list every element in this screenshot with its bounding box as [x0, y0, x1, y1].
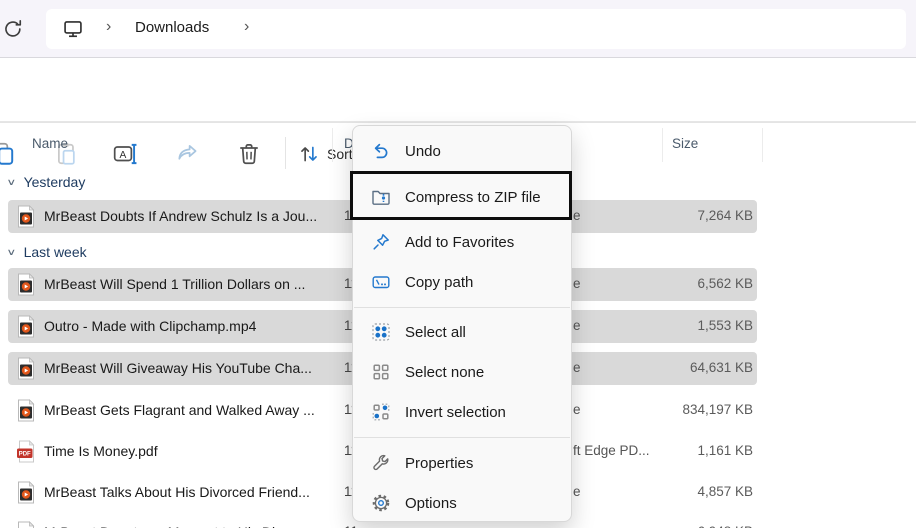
menu-item-copy-path[interactable]: Copy path: [355, 262, 569, 302]
copy-path-icon: [371, 272, 391, 292]
command-toolbar: A Sort ∨: [0, 59, 916, 122]
file-name: MrBeast Talks About His Divorced Friend.…: [44, 484, 310, 500]
video-file-icon: [16, 521, 36, 528]
column-header-size[interactable]: Size: [672, 136, 698, 151]
navigation-bar: › Downloads ›: [0, 0, 916, 58]
file-name: MrBeast Gets Flagrant and Walked Away ..…: [44, 402, 315, 418]
rename-button[interactable]: A: [112, 141, 138, 167]
header-separator: [0, 122, 916, 123]
menu-item-label: Select none: [405, 364, 484, 381]
menu-item-label: Add to Favorites: [405, 234, 514, 251]
menu-item-label: Compress to ZIP file: [405, 189, 541, 206]
select-none-icon: [371, 362, 391, 382]
trash-icon: [236, 141, 262, 167]
file-name: MrBeast Will Giveaway His YouTube Cha...: [44, 360, 312, 376]
video-file-icon: [16, 205, 36, 233]
menu-item-label: Invert selection: [405, 404, 506, 421]
file-name: Outro - Made with Clipchamp.mp4: [44, 318, 256, 334]
menu-item-select-all[interactable]: Select all: [355, 312, 569, 352]
copy-icon: [0, 141, 16, 167]
chevron-down-icon: ∨: [6, 247, 16, 258]
file-size: 1,161 KB: [580, 443, 753, 458]
column-divider[interactable]: [762, 128, 763, 162]
file-size: 64,631 KB: [580, 360, 753, 375]
svg-text:PDF: PDF: [19, 452, 31, 458]
file-explorer-window: › Downloads › A: [0, 0, 916, 528]
group-label: Last week: [24, 244, 87, 260]
see-more-dropdown-menu: Undo Compress to ZIP file Add to Favorit…: [352, 125, 572, 522]
address-bar[interactable]: › Downloads ›: [46, 9, 906, 49]
menu-item-label: Select all: [405, 324, 466, 341]
invert-selection-icon: [371, 402, 391, 422]
chevron-down-icon: ∨: [6, 177, 16, 188]
select-all-icon: [371, 322, 391, 342]
video-file-icon: [16, 481, 36, 509]
breadcrumb-downloads[interactable]: Downloads: [135, 19, 209, 36]
menu-item-label: Copy path: [405, 274, 473, 291]
file-size: 1,553 KB: [580, 318, 753, 333]
file-size: 6,562 KB: [580, 276, 753, 291]
rename-icon: A: [112, 141, 140, 167]
breadcrumb-chevron-icon: ›: [244, 18, 249, 36]
file-name: MrBeast Doubts If Andrew Schulz Is a Jou…: [44, 208, 317, 224]
group-header-yesterday[interactable]: ∨ Yesterday: [8, 172, 85, 192]
monitor-icon: [62, 18, 84, 45]
breadcrumb-chevron-icon: ›: [106, 18, 111, 36]
file-name: MrBeast Will Spend 1 Trillion Dollars on…: [44, 276, 305, 292]
undo-icon: [371, 141, 391, 161]
file-size: 834,197 KB: [580, 402, 753, 417]
copy-button[interactable]: [0, 141, 16, 167]
pin-icon: [371, 232, 391, 252]
refresh-icon: [2, 18, 24, 40]
date-fragment: 11: [344, 524, 358, 528]
menu-item-compress-to-zip[interactable]: Compress to ZIP file: [355, 177, 569, 217]
menu-item-properties[interactable]: Properties: [355, 443, 569, 483]
column-divider[interactable]: [662, 128, 663, 162]
menu-item-add-to-favorites[interactable]: Add to Favorites: [355, 222, 569, 262]
menu-item-label: Properties: [405, 455, 473, 472]
gear-icon: [371, 493, 391, 513]
column-header-name[interactable]: Name: [32, 136, 68, 151]
menu-item-select-none[interactable]: Select none: [355, 352, 569, 392]
group-header-last-week[interactable]: ∨ Last week: [8, 242, 87, 262]
video-file-icon: [16, 357, 36, 385]
date-fragment: 1: [344, 208, 352, 223]
file-name: Time Is Money.pdf: [44, 443, 158, 459]
menu-item-label: Undo: [405, 143, 441, 160]
file-size: 6,948 KB: [580, 524, 753, 528]
video-file-icon: [16, 315, 36, 343]
menu-item-undo[interactable]: Undo: [355, 131, 569, 171]
menu-item-invert-selection[interactable]: Invert selection: [355, 392, 569, 432]
pdf-file-icon: PDF: [16, 440, 36, 468]
file-size: 7,264 KB: [580, 208, 753, 223]
toolbar-divider: [285, 137, 286, 169]
video-file-icon: [16, 399, 36, 427]
refresh-button[interactable]: [2, 18, 26, 42]
svg-text:A: A: [120, 150, 127, 161]
column-divider[interactable]: [332, 128, 333, 162]
menu-item-options[interactable]: Options: [355, 483, 569, 523]
menu-item-label: Options: [405, 495, 457, 512]
file-size: 4,857 KB: [580, 484, 753, 499]
menu-separator: [354, 437, 570, 438]
sort-arrows-icon: [298, 143, 320, 165]
wrench-icon: [371, 453, 391, 473]
menu-separator: [354, 307, 570, 308]
zip-folder-icon: [371, 187, 391, 207]
file-name: MrBeast Donates a Moment to His Disc...: [44, 524, 301, 528]
group-label: Yesterday: [24, 174, 86, 190]
share-icon: [175, 141, 201, 167]
share-button[interactable]: [175, 141, 201, 167]
delete-button[interactable]: [236, 141, 262, 167]
video-file-icon: [16, 273, 36, 301]
